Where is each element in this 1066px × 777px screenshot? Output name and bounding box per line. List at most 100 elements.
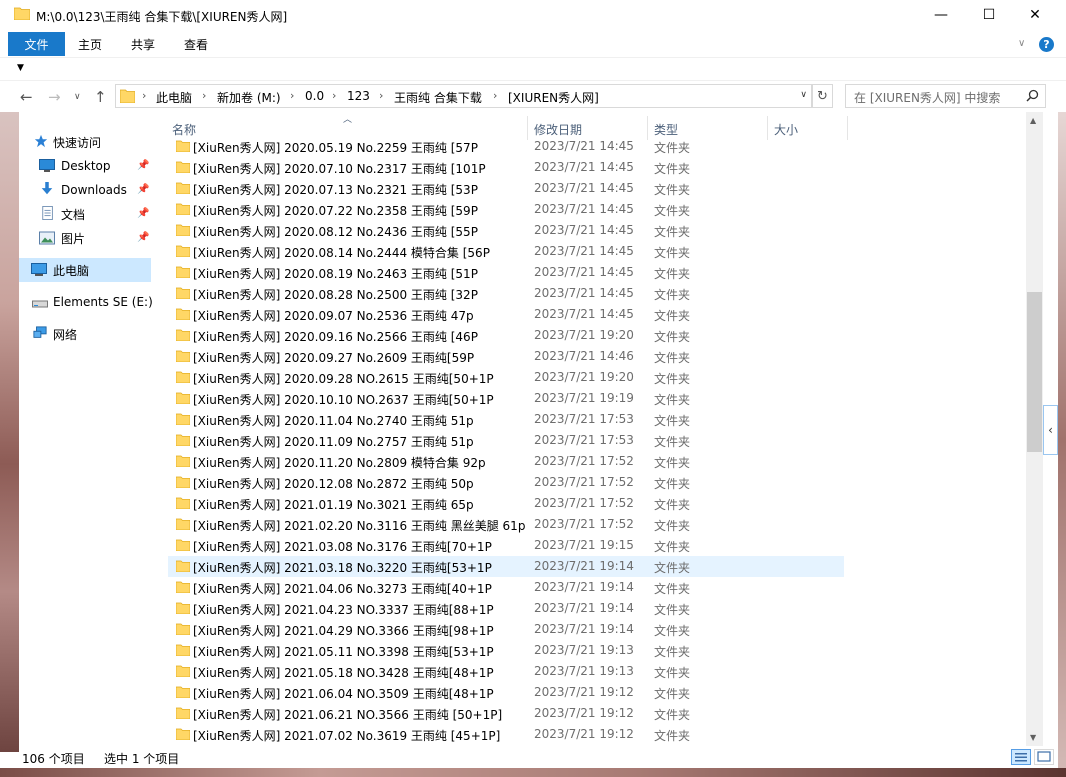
file-date: 2023/7/21 19:20 [534, 370, 634, 384]
minimize-button[interactable]: — [918, 0, 964, 30]
file-date: 2023/7/21 19:14 [534, 622, 634, 636]
details-view-icon [1015, 753, 1027, 762]
table-row[interactable]: [XiuRen秀人网] 2020.07.13 No.2321 王雨纯 [53P 2… [168, 178, 844, 199]
column-divider[interactable] [847, 116, 848, 140]
table-row[interactable]: [XiuRen秀人网] 2020.08.19 No.2463 王雨纯 [51P 2… [168, 262, 844, 283]
scroll-up-icon[interactable]: ▲ [1030, 116, 1036, 125]
folder-icon [176, 140, 190, 152]
file-type: 文件夹 [654, 288, 691, 302]
wallpaper-edge-right [1058, 112, 1066, 768]
file-type: 文件夹 [654, 708, 691, 722]
title-bar: M:\0.0\123\王雨纯 合集下载\[XIUREN秀人网] — ☐ ✕ [0, 0, 1066, 32]
table-row[interactable]: [XiuRen秀人网] 2021.01.19 No.3021 王雨纯 65p 20… [168, 493, 844, 514]
table-row[interactable]: [XiuRen秀人网] 2020.09.28 NO.2615 王雨纯[50+1P… [168, 367, 844, 388]
maximize-button[interactable]: ☐ [966, 0, 1012, 30]
pin-icon: 📌 [137, 232, 150, 243]
customize-toolbar-icon[interactable]: ▼ [17, 63, 24, 73]
sidebar-item-drive-e[interactable]: Elements SE (E:) [19, 290, 153, 314]
up-button[interactable]: ↑ [94, 88, 107, 106]
file-type: 文件夹 [654, 162, 691, 176]
file-date: 2023/7/21 14:45 [534, 181, 634, 195]
table-row[interactable]: [XiuRen秀人网] 2020.08.14 No.2444 模特合集 [56P… [168, 241, 844, 262]
sidebar-item-documents[interactable]: 文档 📌 [19, 202, 151, 226]
sidebar-item-pictures[interactable]: 图片 📌 [19, 226, 151, 250]
file-name: [XiuRen秀人网] 2020.09.28 NO.2615 王雨纯[50+1P [193, 372, 494, 386]
sidebar-item-quick-access[interactable]: 快速访问 [19, 130, 151, 154]
folder-icon [176, 371, 190, 383]
breadcrumb-current[interactable]: [XIUREN秀人网] [508, 89, 599, 106]
table-row[interactable]: [XiuRen秀人网] 2020.07.22 No.2358 王雨纯 [59P 2… [168, 199, 844, 220]
breadcrumb-chevron-icon[interactable]: › [202, 89, 206, 102]
sidebar-item-this-pc[interactable]: 此电脑 [19, 258, 151, 282]
back-button[interactable]: ← [20, 88, 33, 106]
breadcrumb-chevron-icon[interactable]: › [332, 89, 336, 102]
table-row[interactable]: [XiuRen秀人网] 2020.11.20 No.2809 模特合集 92p 2… [168, 451, 844, 472]
table-row[interactable]: [XiuRen秀人网] 2021.04.29 NO.3366 王雨纯[98+1P… [168, 619, 844, 640]
expand-ribbon-icon[interactable]: ∨ [1018, 38, 1025, 49]
refresh-button[interactable]: ↻ [812, 84, 833, 108]
file-type: 文件夹 [654, 330, 691, 344]
table-row[interactable]: [XiuRen秀人网] 2020.10.10 NO.2637 王雨纯[50+1P… [168, 388, 844, 409]
table-row[interactable]: [XiuRen秀人网] 2020.08.28 No.2500 王雨纯 [32P 2… [168, 283, 844, 304]
breadcrumb-drive[interactable]: 新加卷 (M:) [217, 89, 281, 106]
tab-file[interactable]: 文件 [8, 32, 65, 56]
large-icons-view-button[interactable] [1034, 749, 1054, 765]
breadcrumb-folder-collection[interactable]: 王雨纯 合集下载 [394, 89, 482, 106]
folder-icon [120, 89, 135, 103]
search-box[interactable]: 在 [XIUREN秀人网] 中搜索 [845, 84, 1046, 108]
table-row[interactable]: [XiuRen秀人网] 2020.05.19 No.2259 王雨纯 [57P 2… [168, 136, 844, 157]
folder-icon [176, 560, 190, 572]
folder-icon [14, 7, 30, 20]
help-icon[interactable]: ? [1039, 37, 1054, 52]
table-row[interactable]: [XiuRen秀人网] 2020.12.08 No.2872 王雨纯 50p 20… [168, 472, 844, 493]
table-row[interactable]: [XiuRen秀人网] 2021.02.20 No.3116 王雨纯 黑丝美腿 … [168, 514, 844, 535]
forward-button[interactable]: → [48, 88, 61, 106]
table-row[interactable]: [XiuRen秀人网] 2020.09.27 No.2609 王雨纯[59P 20… [168, 346, 844, 367]
table-row[interactable]: [XiuRen秀人网] 2020.11.04 No.2740 王雨纯 51p 20… [168, 409, 844, 430]
table-row[interactable]: [XiuRen秀人网] 2020.07.10 No.2317 王雨纯 [101P… [168, 157, 844, 178]
document-icon [42, 206, 53, 220]
address-dropdown-icon[interactable]: ∨ [800, 90, 807, 100]
tab-share[interactable]: 共享 [131, 36, 155, 53]
details-view-button[interactable] [1011, 749, 1031, 765]
table-row[interactable]: [XiuRen秀人网] 2021.04.23 NO.3337 王雨纯[88+1P… [168, 598, 844, 619]
table-row[interactable]: [XiuRen秀人网] 2021.07.02 No.3619 王雨纯 [45+1… [168, 724, 844, 745]
table-row[interactable]: [XiuRen秀人网] 2021.05.11 NO.3398 王雨纯[53+1P… [168, 640, 844, 661]
close-button[interactable]: ✕ [1012, 0, 1058, 30]
sidebar-item-downloads[interactable]: Downloads 📌 [19, 178, 151, 202]
breadcrumb-this-pc[interactable]: 此电脑 [156, 89, 192, 106]
sidebar-item-desktop[interactable]: Desktop 📌 [19, 154, 151, 178]
table-row[interactable]: [XiuRen秀人网] 2020.09.07 No.2536 王雨纯 47p 20… [168, 304, 844, 325]
scroll-down-icon[interactable]: ▼ [1030, 733, 1036, 742]
tab-home[interactable]: 主页 [78, 36, 102, 53]
table-row[interactable]: [XiuRen秀人网] 2021.03.08 No.3176 王雨纯[70+1P… [168, 535, 844, 556]
breadcrumb-chevron-icon[interactable]: › [379, 89, 383, 102]
table-row[interactable]: [XiuRen秀人网] 2020.09.16 No.2566 王雨纯 [46P 2… [168, 325, 844, 346]
table-row[interactable]: [XiuRen秀人网] 2021.06.21 NO.3566 王雨纯 [50+1… [168, 703, 844, 724]
file-date: 2023/7/21 17:52 [534, 454, 634, 468]
breadcrumb-folder-123[interactable]: 123 [347, 89, 370, 103]
table-row[interactable]: [XiuRen秀人网] 2020.08.12 No.2436 王雨纯 [55P 2… [168, 220, 844, 241]
breadcrumb-chevron-icon[interactable]: › [290, 89, 294, 102]
preview-pane-toggle[interactable]: ‹ [1043, 405, 1058, 455]
breadcrumb-chevron-icon[interactable]: › [493, 89, 497, 102]
breadcrumb-folder-00[interactable]: 0.0 [305, 89, 324, 103]
search-icon[interactable] [1026, 89, 1039, 102]
wallpaper-edge-left [0, 112, 19, 752]
table-row[interactable]: [XiuRen秀人网] 2020.11.09 No.2757 王雨纯 51p 20… [168, 430, 844, 451]
scrollbar-thumb[interactable] [1027, 292, 1042, 452]
table-row[interactable]: [XiuRen秀人网] 2021.06.04 NO.3509 王雨纯[48+1P… [168, 682, 844, 703]
table-row[interactable]: [XiuRen秀人网] 2021.05.18 NO.3428 王雨纯[48+1P… [168, 661, 844, 682]
tab-view[interactable]: 查看 [184, 36, 208, 53]
address-bar[interactable]: › 此电脑 › 新加卷 (M:) › 0.0 › 123 › 王雨纯 合集下载 … [115, 84, 812, 108]
sidebar-item-network[interactable]: 网络 [19, 322, 151, 346]
file-date: 2023/7/21 19:15 [534, 538, 634, 552]
file-type: 文件夹 [654, 666, 691, 680]
table-row[interactable]: [XiuRen秀人网] 2021.04.06 No.3273 王雨纯[40+1P… [168, 577, 844, 598]
vertical-scrollbar[interactable]: ▲ ▼ [1026, 112, 1043, 746]
file-type: 文件夹 [654, 414, 691, 428]
folder-icon [176, 476, 190, 488]
file-date: 2023/7/21 14:45 [534, 307, 634, 321]
recent-locations-button[interactable]: ∨ [74, 92, 81, 102]
table-row[interactable]: [XiuRen秀人网] 2021.03.18 No.3220 王雨纯[53+1P… [168, 556, 844, 577]
